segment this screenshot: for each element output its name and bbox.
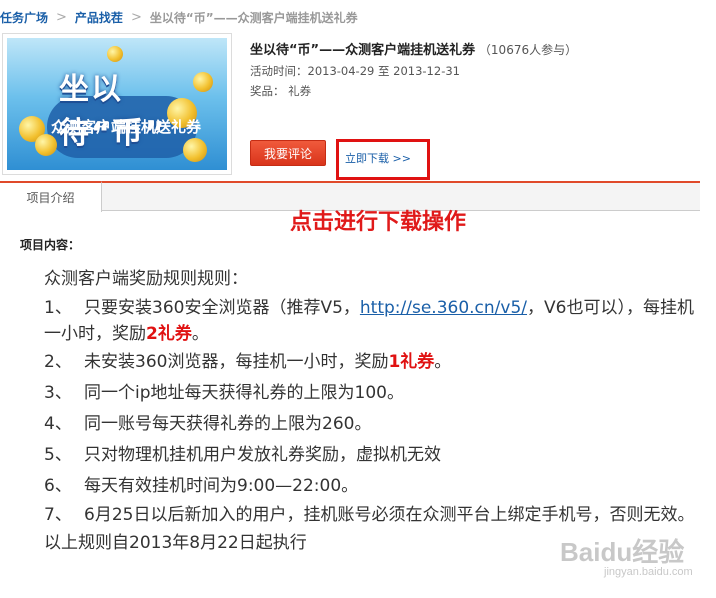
participant-count: （10676人参与）: [478, 43, 578, 57]
reward-highlight: 1礼券: [388, 352, 435, 372]
coin-icon: [107, 46, 123, 62]
rule-text: 同一账号每天获得礼券的上限为260。: [84, 414, 372, 434]
rule-item: 7、 6月25日以后新加入的用户，挂机账号必须在众测平台上绑定手机号，否则无效。: [44, 502, 704, 528]
banner-subtitle: 众测客户端挂机送礼券: [51, 118, 202, 136]
watermark-url: jingyan.baidu.com: [604, 566, 693, 578]
rule-text: 只要安装360安全浏览器（推荐V5，: [84, 298, 360, 318]
rule-item: 3、 同一个ip地址每天获得礼券的上限为100。: [44, 378, 704, 409]
rule-number: 4、: [44, 414, 72, 434]
download-now-link[interactable]: 立即下载 >>: [345, 150, 411, 166]
instruction-annotation: 点击进行下载操作: [290, 210, 467, 235]
rule-item: 2、 未安装360浏览器，每挂机一小时，奖励1礼券。: [44, 347, 704, 378]
project-content: 项目内容：: [20, 236, 700, 253]
rule-text: 6月25日以后新加入的用户，挂机账号必须在众测平台上绑定手机号，否则无效。: [84, 505, 695, 525]
breadcrumb-current: 坐以待“币”——众测客户端挂机送礼券: [149, 10, 358, 25]
rule-text: 每天有效挂机时间为9:00—22:00。: [84, 476, 359, 496]
rule-text: 未安装360浏览器，每挂机一小时，奖励: [84, 352, 389, 372]
project-title: 坐以待“币”——众测客户端挂机送礼券: [250, 43, 476, 58]
rule-number: 1、: [44, 298, 72, 318]
activity-time: 活动时间：2013-04-29 至 2013-12-31: [250, 64, 460, 78]
project-info: 坐以待“币”——众测客户端挂机送礼券 （10676人参与） 活动时间：2013-…: [250, 40, 590, 101]
rule-number: 3、: [44, 383, 72, 403]
content-heading: 项目内容：: [20, 238, 81, 252]
banner-title: 坐以待“币”: [59, 72, 167, 151]
rule-text: 只对物理机挂机用户发放礼券奖励，虚拟机无效: [84, 445, 441, 465]
comment-button[interactable]: 我要评论: [250, 140, 326, 166]
rules-list: 众测客户端奖励规则规则： 1、 只要安装360安全浏览器（推荐V5，http://…: [44, 264, 704, 559]
tab-project-intro[interactable]: 项目介绍: [0, 181, 102, 212]
rule-number: 6、: [44, 476, 72, 496]
breadcrumb-separator: >: [56, 9, 67, 25]
rule-item: 6、 每天有效挂机时间为9:00—22:00。: [44, 471, 704, 502]
rule-item: 5、 只对物理机挂机用户发放礼券奖励，虚拟机无效: [44, 440, 704, 471]
rule-number: 5、: [44, 445, 72, 465]
banner-image: 坐以待“币” 众测客户端挂机送礼券: [7, 38, 227, 170]
rule-number: 7、: [44, 505, 72, 525]
breadcrumb-product-bugs[interactable]: 产品找茬: [75, 9, 123, 26]
coin-icon: [35, 134, 57, 156]
rule-item: 4、 同一账号每天获得礼券的上限为260。: [44, 409, 704, 440]
rule-text: 同一个ip地址每天获得礼券的上限为100。: [84, 383, 404, 403]
reward-highlight: 2礼券: [146, 324, 192, 344]
browser-download-link[interactable]: http://se.360.cn/v5/: [360, 298, 527, 318]
prize: 奖品： 礼券: [250, 84, 312, 98]
rule-number: 2、: [44, 352, 72, 372]
project-banner: 坐以待“币” 众测客户端挂机送礼券: [2, 33, 232, 175]
breadcrumb-task-plaza[interactable]: 任务广场: [0, 9, 48, 26]
rules-intro: 众测客户端奖励规则规则：: [44, 269, 248, 289]
baidu-jingyan-watermark: Baidu经验: [560, 537, 685, 567]
rule-item: 1、 只要安装360安全浏览器（推荐V5，http://se.360.cn/v5/…: [44, 295, 704, 347]
rule-text: 。: [191, 324, 209, 344]
rule-text: 。: [434, 352, 452, 372]
breadcrumb-separator: >: [130, 9, 142, 25]
breadcrumb: 任务广场 > 产品找茬 > 坐以待“币”——众测客户端挂机送礼券: [0, 4, 358, 30]
